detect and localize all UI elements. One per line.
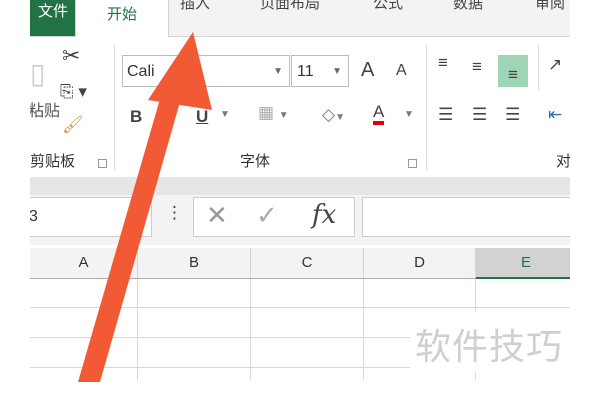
arrow-shaft — [78, 92, 182, 382]
annotation-arrow — [78, 32, 212, 382]
arrow-head — [148, 32, 212, 110]
